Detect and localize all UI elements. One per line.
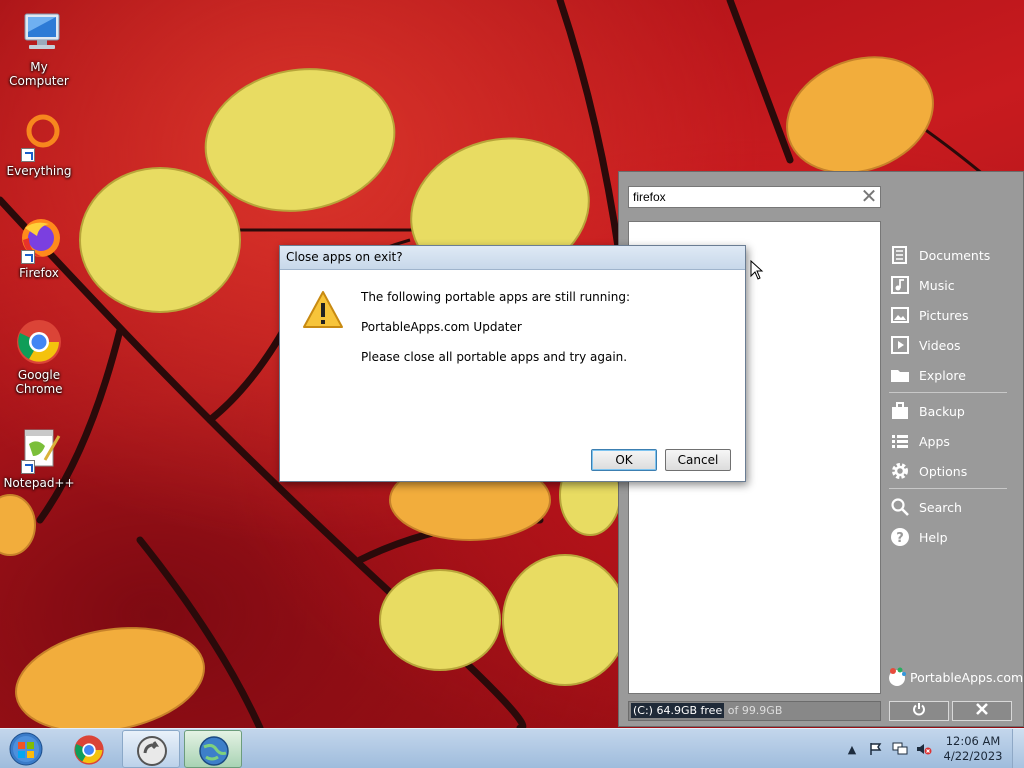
side-item-pictures[interactable]: Pictures bbox=[889, 300, 1007, 330]
search-icon bbox=[889, 496, 911, 518]
side-item-documents[interactable]: Documents bbox=[889, 240, 1007, 270]
shortcut-arrow-icon bbox=[21, 460, 35, 474]
action-center-flag-icon[interactable] bbox=[868, 741, 884, 757]
shortcut-arrow-icon bbox=[21, 250, 35, 264]
app-search-input[interactable] bbox=[628, 186, 881, 208]
side-item-search[interactable]: Search bbox=[889, 492, 1007, 522]
side-item-label: Options bbox=[919, 463, 968, 479]
power-icon bbox=[912, 702, 926, 720]
shortcut-arrow-icon bbox=[21, 148, 35, 162]
side-item-label: Search bbox=[919, 499, 962, 515]
firefox-icon bbox=[15, 216, 63, 264]
side-item-label: Music bbox=[919, 277, 955, 293]
clock-date: 4/22/2023 bbox=[943, 749, 1003, 763]
side-menu-divider bbox=[889, 392, 1007, 393]
dialog-message-line3: Please close all portable apps and try a… bbox=[361, 350, 628, 364]
ok-button[interactable]: OK bbox=[591, 449, 657, 471]
volume-muted-icon[interactable] bbox=[916, 741, 932, 757]
desktop-icon-google-chrome[interactable]: Google Chrome bbox=[2, 318, 76, 396]
chrome-icon bbox=[15, 318, 63, 366]
side-item-music[interactable]: Music bbox=[889, 270, 1007, 300]
side-menu: Documents Music Pictures Videos Explore bbox=[889, 240, 1007, 552]
side-item-videos[interactable]: Videos bbox=[889, 330, 1007, 360]
side-item-explore[interactable]: Explore bbox=[889, 360, 1007, 390]
drive-total-label: of 99.9GB bbox=[724, 704, 783, 717]
warning-icon bbox=[302, 290, 344, 333]
show-desktop-button[interactable] bbox=[1012, 729, 1024, 768]
drive-free-label: (C:) 64.9GB free bbox=[631, 703, 725, 718]
everything-icon bbox=[15, 114, 63, 162]
gear-icon bbox=[889, 460, 911, 482]
taskbar-portableapps-button[interactable] bbox=[184, 730, 242, 768]
side-item-label: Help bbox=[919, 529, 948, 545]
dialog-message-line2: PortableApps.com Updater bbox=[361, 320, 522, 334]
globe-icon bbox=[198, 735, 230, 768]
close-apps-dialog: Close apps on exit? The following portab… bbox=[279, 245, 746, 482]
desktop-icon-label: My Computer bbox=[9, 60, 69, 88]
side-item-label: Documents bbox=[919, 247, 991, 263]
portableapps-brand[interactable]: PortableApps.com bbox=[887, 666, 1023, 688]
side-item-label: Pictures bbox=[919, 307, 969, 323]
side-item-label: Apps bbox=[919, 433, 950, 449]
network-icon[interactable] bbox=[892, 741, 908, 757]
notepadpp-icon bbox=[15, 426, 63, 474]
music-icon bbox=[889, 274, 911, 296]
taskbar-chrome-button[interactable] bbox=[60, 730, 118, 768]
desktop-icon-label: Firefox bbox=[19, 266, 59, 280]
side-item-options[interactable]: Options bbox=[889, 456, 1007, 486]
dialog-title: Close apps on exit? bbox=[280, 246, 745, 270]
desktop-icon-my-computer[interactable]: My Computer bbox=[2, 10, 76, 88]
clock[interactable]: 12:06 AM 4/22/2023 bbox=[940, 734, 1006, 764]
system-tray: ▲ bbox=[840, 729, 936, 768]
clear-search-icon[interactable]: ✕ bbox=[859, 186, 879, 207]
list-icon bbox=[889, 430, 911, 452]
start-button[interactable] bbox=[6, 731, 46, 767]
power-button[interactable] bbox=[889, 701, 949, 721]
documents-icon bbox=[889, 244, 911, 266]
pictures-icon bbox=[889, 304, 911, 326]
show-hidden-icons-icon[interactable]: ▲ bbox=[844, 741, 860, 757]
videos-icon bbox=[889, 334, 911, 356]
chrome-icon bbox=[73, 734, 105, 768]
desktop-icon-label-line2: Chrome bbox=[15, 382, 63, 396]
drive-status: (C:) 64.9GB free of 99.9GB bbox=[628, 701, 881, 721]
desktop-icon-label: Everything bbox=[6, 164, 72, 178]
desktop-icon-label: Notepad++ bbox=[3, 476, 75, 490]
taskbar-updater-button[interactable] bbox=[122, 730, 180, 768]
folder-icon bbox=[889, 364, 911, 386]
briefcase-icon bbox=[889, 400, 911, 422]
side-item-help[interactable]: ? Help bbox=[889, 522, 1007, 552]
dialog-body: The following portable apps are still ru… bbox=[280, 270, 745, 458]
desktop-icon-firefox[interactable]: Firefox bbox=[2, 216, 76, 280]
portableapps-logo-icon bbox=[887, 666, 907, 688]
close-icon bbox=[975, 702, 989, 720]
computer-icon bbox=[15, 10, 63, 58]
desktop-icon-everything[interactable]: Everything bbox=[2, 114, 76, 178]
side-item-label: Explore bbox=[919, 367, 966, 383]
desktop-icon-label-line1: Google bbox=[17, 368, 61, 382]
side-item-label: Backup bbox=[919, 403, 965, 419]
help-icon: ? bbox=[889, 526, 911, 548]
brand-label: PortableApps.com bbox=[910, 669, 1024, 685]
mouse-cursor-icon bbox=[750, 259, 764, 283]
dialog-message-line1: The following portable apps are still ru… bbox=[361, 290, 630, 304]
side-item-label: Videos bbox=[919, 337, 961, 353]
taskbar: ▲ 12:06 AM 4/22/2023 bbox=[0, 728, 1024, 768]
desktop-icon-notepadpp[interactable]: Notepad++ bbox=[2, 426, 76, 490]
close-menu-button[interactable] bbox=[952, 701, 1012, 721]
side-item-backup[interactable]: Backup bbox=[889, 396, 1007, 426]
updater-icon bbox=[136, 735, 168, 768]
cancel-button[interactable]: Cancel bbox=[665, 449, 731, 471]
svg-text:?: ? bbox=[896, 531, 904, 546]
side-menu-divider bbox=[889, 488, 1007, 489]
clock-time: 12:06 AM bbox=[945, 734, 1001, 748]
side-item-apps[interactable]: Apps bbox=[889, 426, 1007, 456]
